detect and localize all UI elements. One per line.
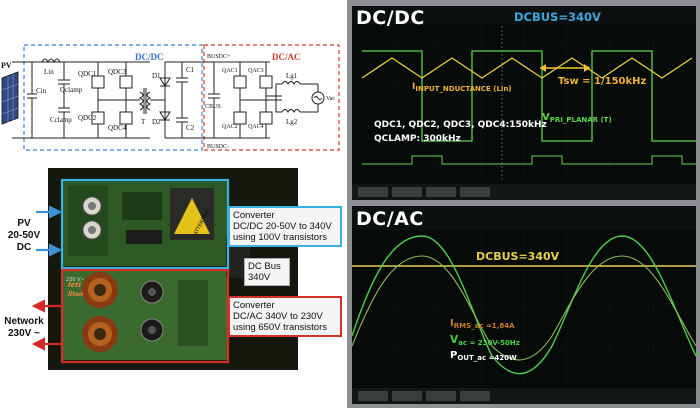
vac-subscript: ac = 230V-50Hz: [458, 339, 520, 347]
irms-label: IRMS_ac =1,84A: [450, 318, 515, 330]
dcdc-oscilloscope: DC/DC DCBUS=340V IINPUT_NDUCTANCE (Lin) …: [352, 6, 696, 200]
tsw-label: Tsw = 1/150kHz: [558, 76, 647, 87]
vpri-subscript: PRI_PLANAR (T): [549, 116, 612, 124]
iinput-label: IINPUT_NDUCTANCE (Lin): [412, 82, 512, 93]
dcac-oscilloscope: DC/AC DCBUS=340V IRMS_ac =1,84A Vac = 23…: [352, 206, 696, 404]
vac-value-label: Vac = 230V-50Hz: [450, 334, 520, 347]
dcdc-dcbus-label: DCBUS=340V: [514, 10, 601, 24]
dcdc-waveforms: [352, 6, 696, 200]
vac-prefix: V: [450, 334, 459, 346]
dcac-waveforms: [352, 206, 696, 404]
iinput-subscript: INPUT_NDUCTANCE (Lin): [415, 85, 512, 93]
vpri-label: VPRI_PLANAR (T): [542, 112, 612, 124]
pout-label: POUT_ac =420W: [450, 350, 517, 362]
pout-subscript: OUT_ac =420W: [457, 354, 517, 362]
irms-subscript: RMS_ac =1,84A: [453, 322, 515, 330]
vpri-prefix: V: [542, 112, 550, 123]
photo-arrows: [31, 205, 63, 351]
qclamp-frequency-label: QCLAMP: 300kHz: [374, 134, 461, 144]
qdc-frequency-label: QDC1, QDC2, QDC3, QDC4:150kHz: [374, 120, 547, 130]
dcac-scope-title: DC/AC: [356, 208, 424, 230]
dcdc-scope-title: DC/DC: [356, 7, 425, 29]
dcac-dcbus-label: DCBUS=340V: [476, 250, 560, 263]
